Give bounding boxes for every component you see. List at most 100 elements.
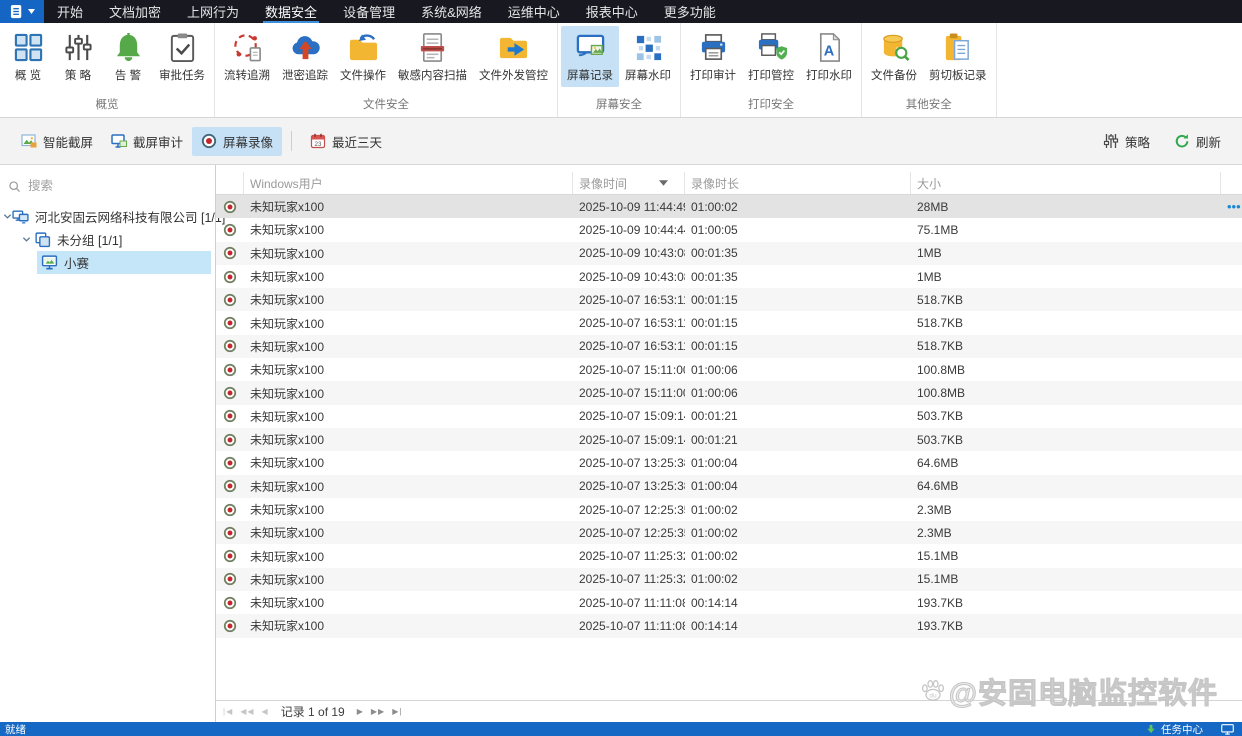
menu-tabs: 开始 文档加密 上网行为 数据安全 设备管理 系统&网络 运维中心 报表中心 更多功能	[44, 0, 729, 23]
ribbon-button-doc-a[interactable]: A 打印水印	[800, 26, 858, 87]
ribbon-button-pixel-watermark[interactable]: 屏幕水印	[619, 26, 677, 87]
task-center-button[interactable]: 任务中心	[1161, 722, 1203, 736]
table-cell-time: 2025-10-07 15:09:14	[579, 432, 685, 447]
table-row[interactable]: 未知玩家x100 2025-10-07 11:25:32 01:00:02 15.1M…	[216, 567, 1242, 592]
column-header-1[interactable]: Windows用户	[244, 172, 573, 194]
menu-tab-3[interactable]: 上网行为	[174, 0, 252, 23]
search-input[interactable]	[28, 179, 207, 193]
menu-tab-8[interactable]: 报表中心	[573, 0, 651, 23]
record-dot-icon	[223, 619, 237, 633]
row-actions-ellipsis-button[interactable]: •••	[1227, 202, 1242, 212]
tree-expand-caret[interactable]	[19, 235, 34, 244]
ribbon-button-doc-scan[interactable]: 敏感内容扫描	[392, 26, 473, 87]
ribbon-button-grid-overview[interactable]: 概 览	[3, 26, 53, 87]
monitor-status-icon[interactable]	[1221, 723, 1234, 735]
app-menu-button[interactable]	[0, 0, 44, 23]
table-cell-duration: 00:01:35	[691, 246, 738, 261]
table-cell-time: 2025-10-07 11:25:32	[579, 572, 685, 587]
ribbon-group-buttons: 概 览 策 略 告 警 审批任务	[3, 23, 211, 96]
table-cell-time: 2025-10-07 16:53:11	[579, 292, 685, 307]
ribbon-button-label: 文件外发管控	[479, 70, 548, 82]
last-page-button[interactable]: ▶|	[392, 707, 402, 716]
table-cell-duration: 00:14:14	[691, 595, 738, 610]
ribbon-button-sliders[interactable]: 策 略	[53, 26, 103, 87]
table-cell-icon	[216, 526, 244, 540]
ribbon-button-label: 审批任务	[159, 70, 205, 82]
table-row[interactable]: 未知玩家x100 2025-10-09 10:44:44 01:00:05 75.1M…	[216, 218, 1242, 241]
table-cell-user: 未知玩家x100	[250, 619, 325, 634]
tree-item-label: 小赛	[64, 257, 90, 271]
table-row[interactable]: 未知玩家x100 2025-10-07 13:25:38 01:00:04 64.6M…	[216, 451, 1242, 474]
table-row[interactable]: 未知玩家x100 2025-10-07 11:25:32 01:00:02 15.1M…	[216, 544, 1242, 567]
search-box[interactable]	[0, 174, 215, 198]
ribbon-button-clipboard-doc[interactable]: 剪切板记录	[923, 26, 993, 87]
ribbon-button-label: 屏幕记录	[567, 70, 613, 82]
ribbon-button-label: 文件操作	[340, 70, 386, 82]
table-row[interactable]: 未知玩家x100 2025-10-07 15:09:14 00:01:21 503.7…	[216, 427, 1242, 452]
ribbon-button-folder-send[interactable]: 文件外发管控	[473, 26, 554, 87]
toolbar-button-refresh[interactable]: 刷新	[1165, 127, 1230, 156]
sliders-icon	[63, 32, 94, 63]
menu-tab-7[interactable]: 运维中心	[495, 0, 573, 23]
fast-prev-button[interactable]: ◀◀	[240, 707, 254, 716]
table-cell-icon	[216, 619, 244, 633]
table-row[interactable]: 未知玩家x100 2025-10-09 11:44:49 01:00:02 28MB •…	[216, 195, 1242, 219]
column-header-3[interactable]: 录像时长	[685, 172, 911, 194]
table-row[interactable]: 未知玩家x100 2025-10-07 16:53:11 00:01:15 518.7…	[216, 334, 1242, 359]
ribbon-button-printer[interactable]: 打印审计	[684, 26, 742, 87]
column-header-label: 录像时长	[691, 176, 740, 191]
column-header-2[interactable]: 录像时间	[573, 172, 685, 194]
ribbon-button-bell[interactable]: 告 警	[103, 26, 153, 87]
menu-tab-9[interactable]: 更多功能	[651, 0, 729, 23]
menu-tab-5[interactable]: 设备管理	[330, 0, 408, 23]
fast-next-button[interactable]: ▶▶	[371, 707, 385, 716]
ribbon-group-label: 屏幕安全	[596, 99, 642, 111]
next-page-button[interactable]: ▶	[357, 707, 364, 716]
table-cell-icon	[216, 316, 244, 330]
table-row[interactable]: 未知玩家x100 2025-10-07 12:25:35 01:00:02 2.3MB	[216, 521, 1242, 545]
table-row[interactable]: 未知玩家x100 2025-10-07 12:25:35 01:00:02 2.3MB	[216, 498, 1242, 521]
table-cell-time: 2025-10-07 12:25:35	[579, 525, 685, 540]
ribbon-button-printer-shield[interactable]: 打印管控	[742, 26, 800, 87]
ribbon-button-trace-cycle[interactable]: 流转追溯	[218, 26, 276, 87]
menu-tab-1[interactable]: 开始	[44, 0, 96, 23]
table-row[interactable]: 未知玩家x100 2025-10-07 16:53:11 00:01:15 518.7…	[216, 288, 1242, 312]
table-row[interactable]: 未知玩家x100 2025-10-09 10:43:08 00:01:35 1MB	[216, 265, 1242, 288]
tree-expand-caret[interactable]	[3, 212, 12, 221]
table-cell-duration: 00:01:21	[691, 409, 738, 424]
table-row[interactable]: 未知玩家x100 2025-10-09 10:43:08 00:01:35 1MB	[216, 241, 1242, 265]
table-row[interactable]: 未知玩家x100 2025-10-07 13:25:38 01:00:04 64.6M…	[216, 474, 1242, 498]
table-row[interactable]: 未知玩家x100 2025-10-07 15:11:00 01:00:06 100.8…	[216, 358, 1242, 381]
toolbar-button-calendar[interactable]: 23 最近三天	[301, 127, 391, 156]
table-row[interactable]: 未知玩家x100 2025-10-07 11:11:08 00:14:14 193.7…	[216, 591, 1242, 614]
ribbon-button-db-search[interactable]: 文件备份	[865, 26, 923, 87]
table-row[interactable]: 未知玩家x100 2025-10-07 16:53:11 00:01:15 518.7…	[216, 311, 1242, 334]
table-cell-duration: 01:00:06	[691, 386, 738, 401]
menu-tab-4-active[interactable]: 数据安全	[252, 0, 330, 23]
record-dot-icon	[223, 246, 237, 260]
table-cell-size: 1MB	[917, 246, 942, 261]
ribbon-button-label: 告 警	[114, 70, 142, 82]
table-row[interactable]: 未知玩家x100 2025-10-07 15:09:14 00:01:21 503.7…	[216, 405, 1242, 428]
toolbar-button-smart-screenshot[interactable]: 智能截屏	[12, 127, 102, 156]
ribbon-button-folder-action[interactable]: 文件操作	[334, 26, 392, 87]
tree-item-group[interactable]: 未分组 [1/1]	[0, 228, 215, 251]
ribbon-button-clipboard-check[interactable]: 审批任务	[153, 26, 211, 87]
column-header-4[interactable]: 大小	[911, 172, 1221, 194]
tree-item-terminal[interactable]: 小赛	[37, 251, 211, 274]
tree-item-company[interactable]: 河北安固云网络科技有限公司 [1/1]	[0, 205, 225, 228]
ribbon-button-cloud-upload[interactable]: 泄密追踪	[276, 26, 334, 87]
table-row[interactable]: 未知玩家x100 2025-10-07 15:11:00 01:00:06 100.8…	[216, 381, 1242, 405]
toolbar-button-sliders-small[interactable]: 策略	[1094, 127, 1159, 156]
table-cell-duration: 00:14:14	[691, 618, 738, 633]
column-header-label: Windows用户	[250, 176, 323, 191]
table-row[interactable]: 未知玩家x100 2025-10-07 11:11:08 00:14:14 193.7…	[216, 614, 1242, 638]
menu-tab-6[interactable]: 系统&网络	[408, 0, 495, 23]
menu-tab-2[interactable]: 文档加密	[96, 0, 174, 23]
toolbar-button-record[interactable]: 屏幕录像	[192, 126, 283, 156]
prev-page-button[interactable]: ◀	[262, 707, 269, 716]
ribbon-button-screen-record[interactable]: 屏幕记录	[561, 26, 619, 87]
first-page-button[interactable]: |◀	[223, 707, 233, 716]
group-icon	[34, 231, 57, 248]
toolbar-button-screenshot-audit[interactable]: 截屏审计	[102, 127, 192, 156]
